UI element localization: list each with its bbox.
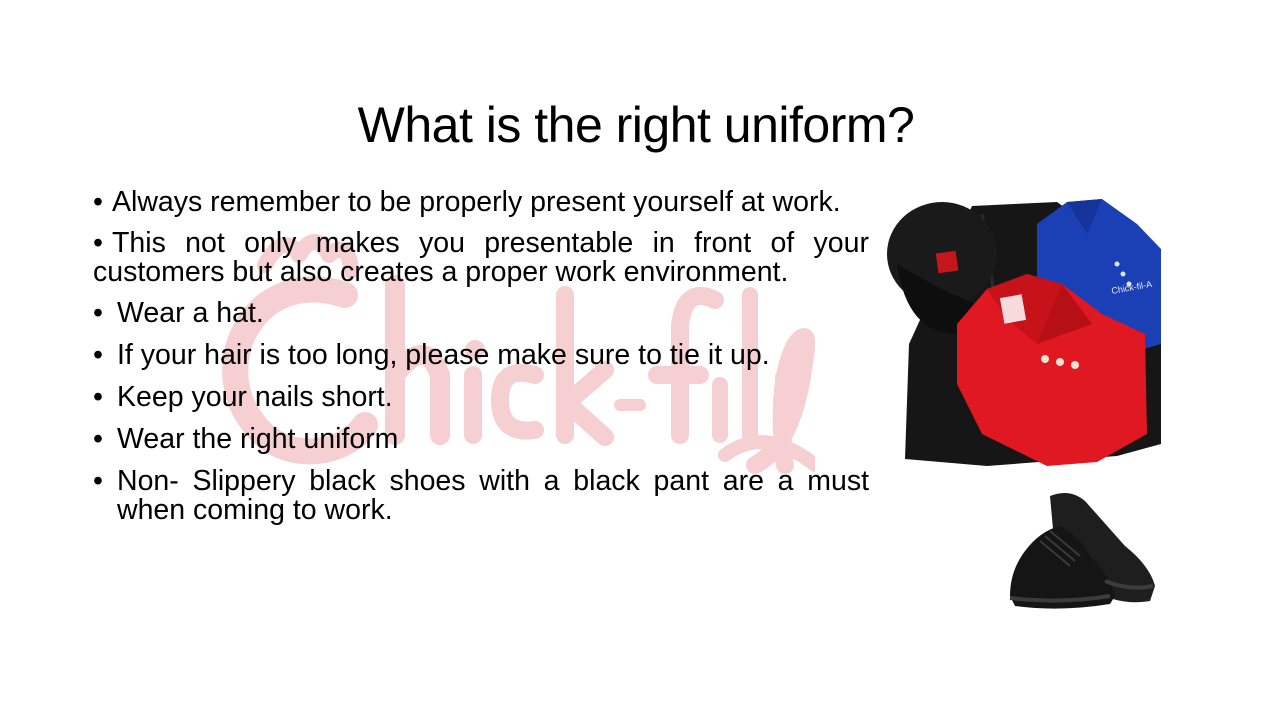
bullet-dot: • xyxy=(93,339,103,371)
list-item: • Wear the right uniform xyxy=(93,425,869,454)
list-item: • This not only makes you presentable in … xyxy=(93,229,869,287)
bullet-dot: • xyxy=(93,423,103,455)
bullet-dot: • xyxy=(93,186,103,218)
uniform-photo: Chick-fil-A xyxy=(887,194,1161,470)
bullet-dot: • xyxy=(93,381,103,413)
bullet-text: Wear the right uniform xyxy=(117,423,399,455)
bullet-dot: • xyxy=(93,297,103,329)
bullet-list: • Always remember to be properly present … xyxy=(93,188,869,538)
bullet-text: Non- Slippery black shoes with a black p… xyxy=(117,465,869,526)
bullet-text: Keep your nails short. xyxy=(117,381,393,413)
list-item: • Keep your nails short. xyxy=(93,383,869,412)
bullet-dot: • xyxy=(93,227,103,259)
bullet-text: This not only makes you presentable in f… xyxy=(93,227,869,288)
black-shoes-photo xyxy=(1005,486,1160,610)
list-item: • Always remember to be properly present … xyxy=(93,188,869,217)
list-item: • Non- Slippery black shoes with a black … xyxy=(93,467,869,525)
bullet-text: Always remember to be properly present y… xyxy=(111,186,841,218)
slide-title: What is the right uniform? xyxy=(357,96,915,153)
bullet-text: Wear a hat. xyxy=(117,297,264,329)
bullet-text: If your hair is too long, please make su… xyxy=(117,339,770,371)
list-item: • Wear a hat. xyxy=(93,299,869,328)
list-item: • If your hair is too long, please make s… xyxy=(93,341,869,370)
slide: What is the right uniform? ® • Always re… xyxy=(0,0,1272,711)
bullet-dot: • xyxy=(93,465,103,497)
